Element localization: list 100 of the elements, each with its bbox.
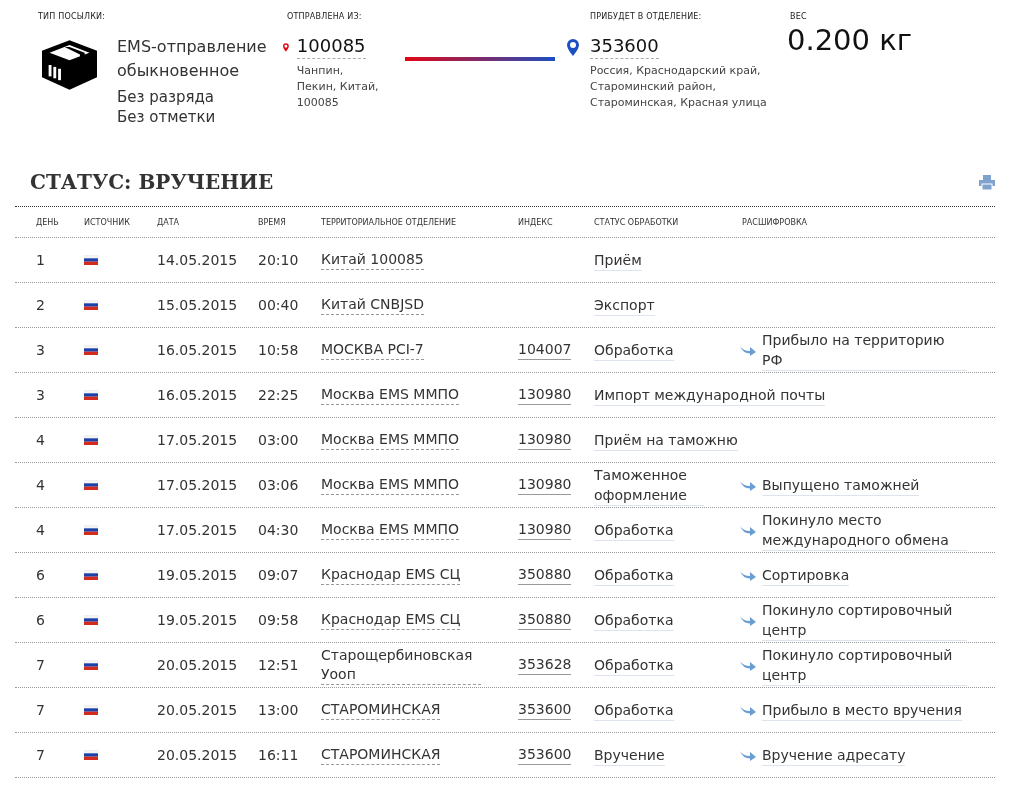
russian-flag-icon	[84, 345, 98, 355]
index-link[interactable]: 353600	[518, 700, 572, 720]
office-link[interactable]: Москва EMS ММПО	[321, 385, 460, 405]
date-cell-text: 19.05.2015	[157, 567, 239, 583]
status-decoding: Вручение адресату	[762, 744, 906, 766]
russian-flag-icon	[84, 615, 98, 625]
time-cell-text: 03:00	[258, 432, 300, 448]
time-cell-text: 09:07	[258, 567, 300, 583]
index-link[interactable]: 104007	[518, 340, 572, 360]
index-link[interactable]: 130980	[518, 430, 572, 450]
date-cell-text: 19.05.2015	[157, 612, 239, 628]
status-decoding: Покинуло место международного обмена	[762, 509, 967, 551]
postal-index-link[interactable]: 100085	[296, 35, 366, 59]
russian-flag-icon	[84, 255, 98, 265]
status-text: Вручение	[594, 744, 665, 766]
curved-arrow-icon	[740, 704, 756, 716]
field-label: ТИП ПОСЫЛКИ:	[38, 12, 107, 21]
column-header: ДЕНЬ	[36, 217, 60, 227]
field-label: ПРИБУДЕТ В ОТДЕЛЕНИЕ:	[590, 12, 703, 21]
time-cell-text: 16:11	[258, 747, 300, 763]
status-title: СТАТУС: ВРУЧЕНИЕ	[30, 170, 274, 194]
russian-flag-icon	[84, 480, 98, 490]
office-link[interactable]: Краснодар EMS СЦ	[321, 610, 461, 630]
print-icon[interactable]	[979, 174, 995, 190]
index-link[interactable]: 350880	[518, 610, 572, 630]
field-label: ОТПРАВЛЕНА ИЗ:	[287, 12, 363, 21]
office-link[interactable]: СТАРОМИНСКАЯ	[321, 745, 441, 765]
postal-index-link[interactable]: 353600	[590, 35, 659, 59]
column-header: СТАТУС ОБРАБОТКИ	[594, 217, 680, 227]
date-cell-text: 17.05.2015	[157, 477, 239, 493]
office-link[interactable]: Старощербиновская Уооп	[321, 645, 481, 685]
curved-arrow-icon	[740, 479, 756, 491]
day-cell-text: 7	[36, 657, 46, 673]
date-cell-text: 17.05.2015	[157, 432, 239, 448]
curved-arrow-icon	[740, 659, 756, 671]
column-header: ИНДЕКС	[518, 217, 554, 227]
day-cell-text: 6	[36, 612, 46, 628]
status-decoding: Сортировка	[762, 564, 850, 586]
day-cell-text: 4	[36, 522, 46, 538]
office-link[interactable]: Китай CNBJSD	[321, 295, 424, 315]
index-link[interactable]: 353628	[518, 655, 572, 675]
date-cell-text: 15.05.2015	[157, 297, 239, 313]
status-decoding: Выпущено таможней	[762, 474, 920, 496]
column-header: ВРЕМЯ	[258, 217, 287, 227]
russian-flag-icon	[84, 660, 98, 670]
index-link[interactable]: 130980	[518, 385, 572, 405]
day-cell-text: 6	[36, 567, 46, 583]
status-text: Экспорт	[594, 294, 655, 316]
office-link[interactable]: Краснодар EMS СЦ	[321, 565, 461, 585]
column-header: ДАТА	[157, 217, 181, 227]
column-header: ИСТОЧНИК	[84, 217, 131, 227]
date-cell-text: 16.05.2015	[157, 342, 239, 358]
parcel-weight: 0.200 кг	[787, 25, 912, 55]
parcel-type: EMS-отправление обыкновенное	[117, 36, 268, 82]
office-link[interactable]: Москва EMS ММПО	[321, 520, 460, 540]
time-cell-text: 13:00	[258, 702, 300, 718]
day-cell-text: 7	[36, 747, 46, 763]
office-link[interactable]: Китай 100085	[321, 250, 424, 270]
office-link[interactable]: МОСКВА PCI-7	[321, 340, 424, 360]
day-cell-text: 2	[36, 297, 46, 313]
date-cell-text: 14.05.2015	[157, 252, 239, 268]
office-link[interactable]: Москва EMS ММПО	[321, 475, 460, 495]
day-cell-text: 3	[36, 387, 46, 403]
status-text: Обработка	[594, 519, 674, 541]
status-text: Приём на таможню	[594, 429, 738, 451]
status-text: Импорт международной почты	[594, 384, 826, 406]
time-cell-text: 12:51	[258, 657, 300, 673]
field-label: ВЕС	[790, 12, 808, 21]
status-text: Таможенное оформление	[594, 464, 704, 506]
status-decoding: Прибыло в место вручения	[762, 699, 962, 721]
day-cell-text: 3	[36, 342, 46, 358]
time-cell-text: 10:58	[258, 342, 300, 358]
status-text: Приём	[594, 249, 642, 271]
date-cell-text: 16.05.2015	[157, 387, 239, 403]
curved-arrow-icon	[740, 569, 756, 581]
day-cell-text: 1	[36, 252, 46, 268]
russian-flag-icon	[84, 300, 98, 310]
russian-flag-icon	[84, 570, 98, 580]
russian-flag-icon	[84, 525, 98, 535]
column-header: ТЕРРИТОРИАЛЬНОЕ ОТДЕЛЕНИЕ	[321, 217, 458, 227]
status-text: Обработка	[594, 339, 674, 361]
office-link[interactable]: Москва EMS ММПО	[321, 430, 460, 450]
office-link[interactable]: СТАРОМИНСКАЯ	[321, 700, 441, 720]
index-link[interactable]: 350880	[518, 565, 572, 585]
parcel-rank: Без разряда	[117, 87, 216, 107]
column-header: РАСШИФРОВКА	[742, 217, 809, 227]
curved-arrow-icon	[740, 344, 756, 356]
map-pin-icon	[567, 39, 579, 56]
date-cell-text: 20.05.2015	[157, 747, 239, 763]
origin-address: Чанпин, Пекин, Китай, 100085	[296, 63, 380, 111]
day-cell-text: 4	[36, 477, 46, 493]
date-cell-text: 20.05.2015	[157, 702, 239, 718]
date-cell-text: 17.05.2015	[157, 522, 239, 538]
package-box-icon	[42, 39, 97, 91]
russian-flag-icon	[84, 705, 98, 715]
status-decoding: Прибыло на территорию РФ	[762, 329, 967, 371]
date-cell-text: 20.05.2015	[157, 657, 239, 673]
index-link[interactable]: 130980	[518, 475, 572, 495]
index-link[interactable]: 130980	[518, 520, 572, 540]
index-link[interactable]: 353600	[518, 745, 572, 765]
